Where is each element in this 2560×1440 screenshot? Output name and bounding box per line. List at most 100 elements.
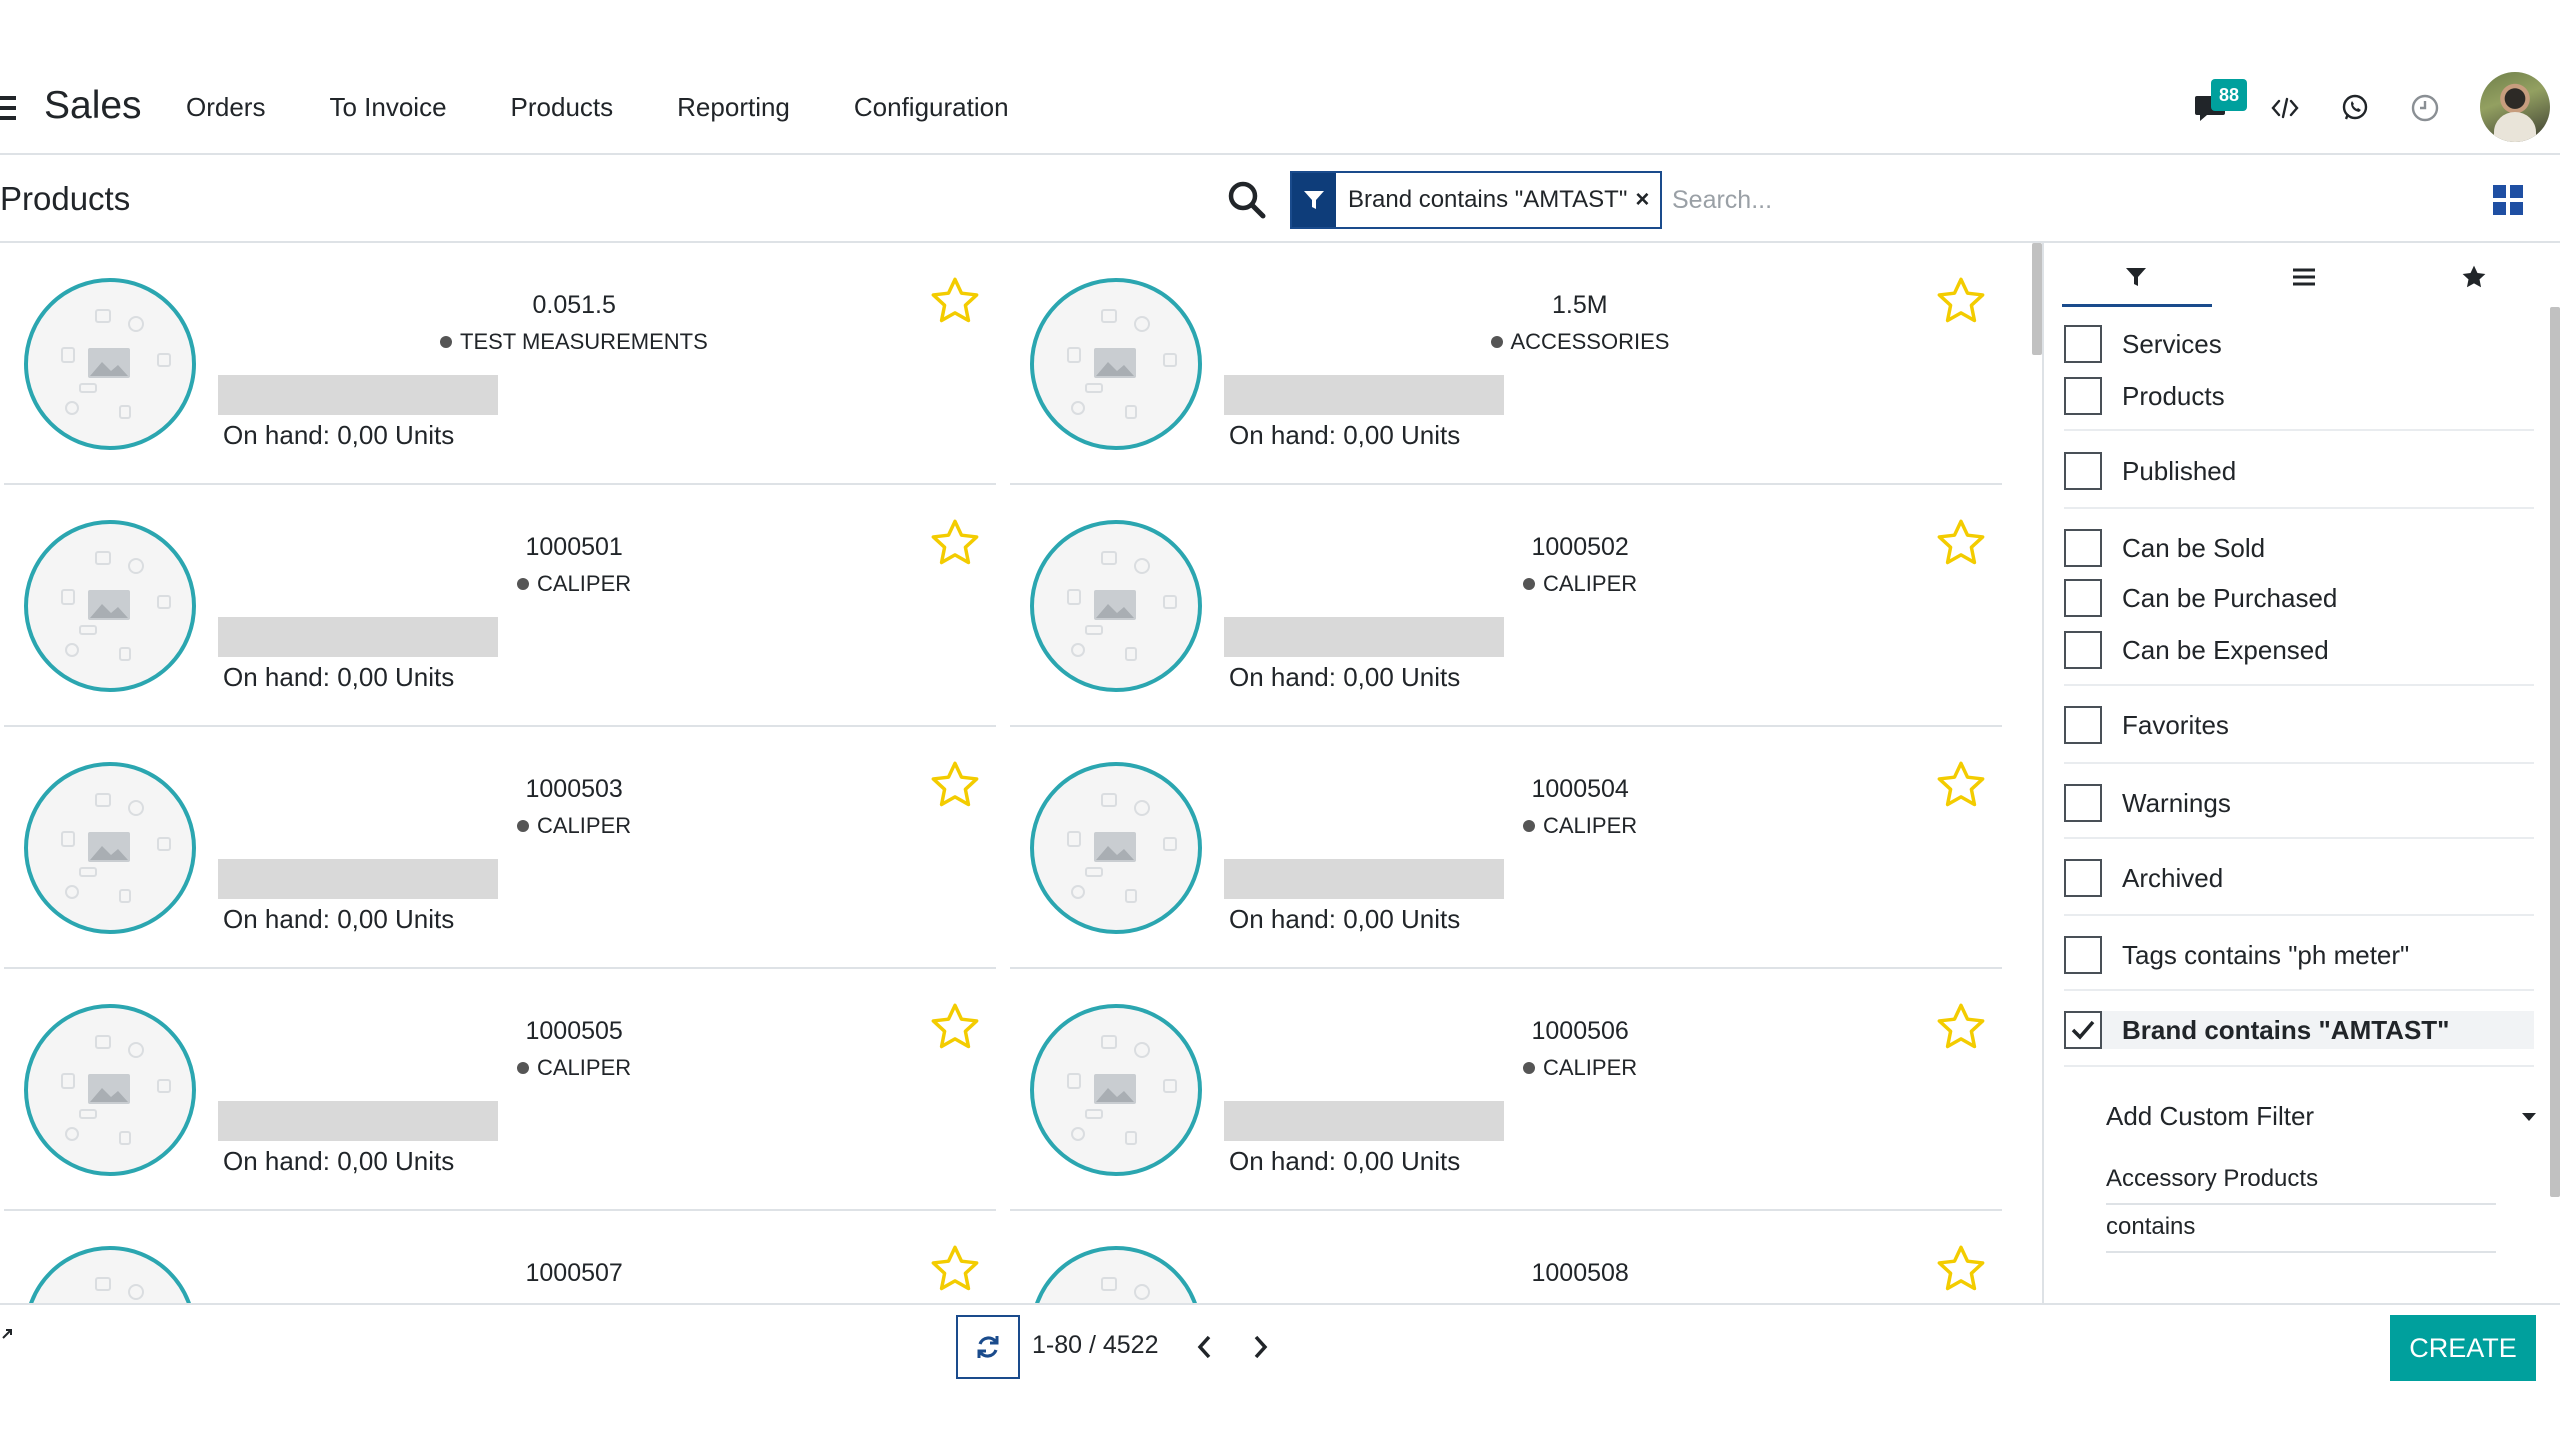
filter-option[interactable]: Can be Sold [2064, 529, 2265, 567]
product-card[interactable]: 1000501 CALIPER On hand: 0,00 Units [4, 485, 996, 727]
product-card[interactable]: 1000504 CALIPER On hand: 0,00 Units [1010, 727, 2002, 969]
search-icon[interactable] [1226, 179, 1268, 221]
filter-option[interactable]: Favorites [2064, 706, 2229, 744]
product-card[interactable]: 0.051.5 TEST MEASUREMENTS On hand: 0,00 Un… [4, 243, 996, 485]
add-custom-filter-toggle[interactable]: Add Custom Filter [2106, 1101, 2536, 1132]
filter-checkbox[interactable] [2064, 452, 2102, 490]
filter-checkbox[interactable] [2064, 529, 2102, 567]
on-hand-quantity: On hand: 0,00 Units [1229, 420, 1461, 450]
code-icon[interactable] [2255, 78, 2315, 138]
product-card[interactable]: 1000502 CALIPER On hand: 0,00 Units [1010, 485, 2002, 727]
filter-checkbox[interactable] [2064, 579, 2102, 617]
group-by-tab-icon[interactable] [2284, 257, 2324, 297]
custom-filter-operator-select[interactable]: contains [2106, 1213, 2496, 1253]
check-icon [2071, 1020, 2095, 1040]
product-reference: 0.051.5 [532, 291, 616, 319]
filter-checkbox[interactable] [2064, 784, 2102, 822]
filter-checkbox[interactable] [2064, 706, 2102, 744]
chevron-left-icon[interactable] [1195, 1333, 1215, 1361]
on-hand-quantity: On hand: 0,00 Units [1229, 904, 1461, 934]
favorite-star-icon[interactable] [1935, 517, 1987, 569]
favorite-star-icon[interactable] [929, 517, 981, 569]
favorite-star-icon[interactable] [929, 1243, 981, 1295]
on-hand-quantity: On hand: 0,00 Units [1229, 662, 1461, 692]
filter-checkbox[interactable] [2064, 631, 2102, 669]
product-name-placeholder [218, 617, 498, 657]
filter-option[interactable]: Services [2064, 325, 2222, 363]
caret-down-icon [2522, 1113, 2536, 1121]
filter-option[interactable]: Can be Purchased [2064, 579, 2337, 617]
filter-checkbox[interactable] [2064, 859, 2102, 897]
filter-checkbox[interactable] [2064, 1011, 2102, 1049]
menu-icon[interactable] [0, 96, 16, 120]
favorites-tab-icon[interactable] [2454, 257, 2494, 297]
filter-label: Can be Purchased [2122, 582, 2338, 613]
kanban-scrollbar[interactable] [2032, 243, 2042, 355]
favorite-star-icon[interactable] [1935, 759, 1987, 811]
filter-option[interactable]: Products [2064, 377, 2225, 415]
tag-dot-icon [517, 1062, 529, 1074]
product-card[interactable]: 1000508 [1010, 1211, 2002, 1303]
tag-label: ACCESSORIES [1510, 329, 1670, 354]
favorite-star-icon[interactable] [1935, 1001, 1987, 1053]
favorite-star-icon[interactable] [1935, 275, 1987, 327]
nav-item-reporting[interactable]: Reporting [677, 92, 790, 123]
filter-checkbox[interactable] [2064, 325, 2102, 363]
refresh-button[interactable] [956, 1315, 1020, 1379]
kanban-view-icon[interactable] [2493, 185, 2523, 215]
app-title[interactable]: Sales [44, 84, 142, 128]
filter-option[interactable]: Archived [2064, 859, 2223, 897]
search-facet: Brand contains "AMTAST" × [1290, 171, 1662, 229]
filter-label: Favorites [2122, 709, 2229, 740]
product-card[interactable]: 1000507 [4, 1211, 996, 1303]
product-category-tag: CALIPER [517, 813, 631, 839]
filter-tab-icon[interactable] [2116, 257, 2156, 297]
product-image [24, 1004, 196, 1176]
filter-label: Tags contains "ph meter" [2122, 939, 2410, 970]
close-icon[interactable]: × [1635, 186, 1649, 214]
filter-checkbox[interactable] [2064, 936, 2102, 974]
avatar[interactable] [2480, 72, 2550, 142]
favorite-star-icon[interactable] [929, 1001, 981, 1053]
filter-icon [1292, 173, 1336, 227]
nav-item-configuration[interactable]: Configuration [854, 92, 1009, 123]
product-image [1030, 1246, 1202, 1303]
filter-option[interactable]: Can be Expensed [2064, 631, 2329, 669]
search-input[interactable] [1670, 179, 2034, 221]
favorite-star-icon[interactable] [929, 759, 981, 811]
nav-item-orders[interactable]: Orders [186, 92, 265, 123]
expand-icon[interactable] [0, 1327, 14, 1341]
search-panel: Services Products Published Can be Sold Can … [2042, 243, 2560, 1303]
whatsapp-icon[interactable] [2325, 78, 2385, 138]
product-card[interactable]: 1000506 CALIPER On hand: 0,00 Units [1010, 969, 2002, 1211]
product-image [1030, 520, 1202, 692]
filter-option[interactable]: Brand contains "AMTAST" [2064, 1011, 2534, 1049]
filter-group-divider [2064, 429, 2534, 431]
product-card[interactable]: 1000505 CALIPER On hand: 0,00 Units [4, 969, 996, 1211]
breadcrumb: Products [0, 180, 131, 217]
pager-value[interactable]: 1-80 / 4522 [1032, 1331, 1159, 1360]
filter-option[interactable]: Tags contains "ph meter" [2064, 936, 2409, 974]
search-panel-scrollbar[interactable] [2550, 307, 2560, 1197]
tag-label: CALIPER [537, 813, 632, 838]
filter-label: Services [2122, 328, 2222, 359]
nav-item-products[interactable]: Products [511, 92, 614, 123]
filter-option[interactable]: Warnings [2064, 784, 2231, 822]
control-panel: Products Brand contains "AMTAST" × [0, 155, 2560, 243]
product-card[interactable]: 1000503 CALIPER On hand: 0,00 Units [4, 727, 996, 969]
filter-label: Archived [2122, 862, 2224, 893]
filter-option[interactable]: Published [2064, 452, 2236, 490]
product-reference: 1000502 [1531, 533, 1629, 561]
product-card[interactable]: 1.5M ACCESSORIES On hand: 0,00 Units [1010, 243, 2002, 485]
clock-icon[interactable] [2395, 78, 2455, 138]
create-button[interactable]: CREATE [2390, 1315, 2536, 1381]
product-name-placeholder [1224, 617, 1504, 657]
favorite-star-icon[interactable] [929, 275, 981, 327]
search-panel-tabs [2044, 243, 2560, 309]
chevron-right-icon[interactable] [1250, 1333, 1270, 1361]
favorite-star-icon[interactable] [1935, 1243, 1987, 1295]
custom-filter-field-select[interactable]: Accessory Products [2106, 1165, 2496, 1205]
nav-item-to-invoice[interactable]: To Invoice [329, 92, 446, 123]
on-hand-quantity: On hand: 0,00 Units [223, 1146, 455, 1176]
filter-checkbox[interactable] [2064, 377, 2102, 415]
